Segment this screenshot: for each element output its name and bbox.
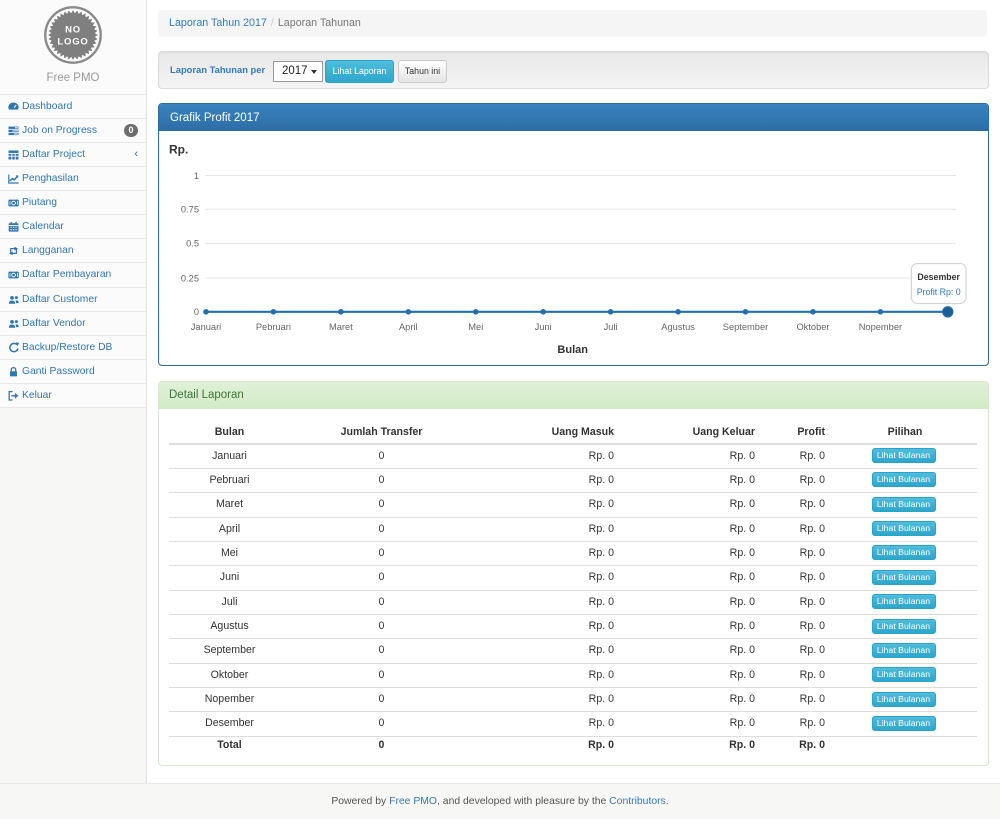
- svg-text:LOGO: LOGO: [57, 37, 88, 48]
- svg-text:April: April: [399, 322, 418, 332]
- svg-text:Rp.: Rp.: [169, 142, 188, 156]
- svg-text:0.75: 0.75: [181, 205, 199, 215]
- svg-text:Profit Rp: 0: Profit Rp: 0: [917, 287, 961, 297]
- svg-text:Juni: Juni: [535, 322, 552, 332]
- svg-text:NO: NO: [65, 25, 81, 36]
- svg-text:Nopember: Nopember: [859, 322, 902, 332]
- svg-text:Desember: Desember: [917, 272, 960, 282]
- svg-text:Mei: Mei: [468, 322, 483, 332]
- svg-text:Bulan: Bulan: [557, 344, 588, 356]
- svg-text:0.25: 0.25: [181, 273, 199, 283]
- svg-text:September: September: [723, 322, 768, 332]
- svg-text:Juli: Juli: [604, 322, 618, 332]
- svg-text:Oktober: Oktober: [796, 322, 829, 332]
- svg-text:Pebruari: Pebruari: [256, 322, 291, 332]
- svg-text:0: 0: [194, 307, 199, 317]
- svg-text:Januari: Januari: [191, 322, 222, 332]
- svg-text:Agustus: Agustus: [661, 322, 695, 332]
- svg-text:0.5: 0.5: [186, 239, 199, 249]
- svg-text:Maret: Maret: [329, 322, 353, 332]
- svg-text:1: 1: [194, 171, 199, 181]
